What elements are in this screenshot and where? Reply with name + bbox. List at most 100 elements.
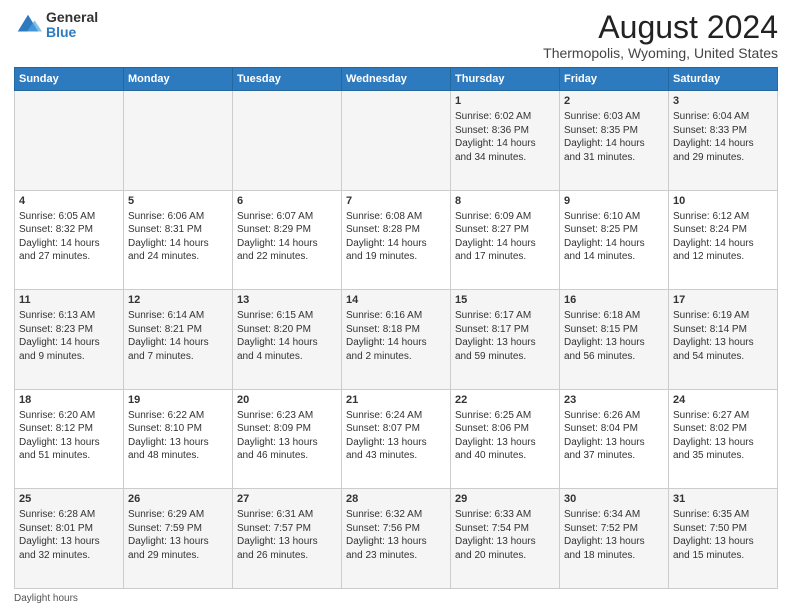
day-info-line: Sunrise: 6:29 AM [128, 508, 228, 522]
day-info-line: Sunset: 8:28 PM [346, 223, 446, 237]
day-info-line: Sunrise: 6:03 AM [564, 110, 664, 124]
day-info-line: Daylight: 14 hours and 29 minutes. [673, 137, 773, 164]
day-info-line: Daylight: 14 hours and 27 minutes. [19, 237, 119, 264]
day-info-line: Sunset: 7:52 PM [564, 522, 664, 536]
calendar-day-cell: 5Sunrise: 6:06 AMSunset: 8:31 PMDaylight… [124, 190, 233, 290]
day-number: 21 [346, 393, 446, 408]
calendar-day-cell: 13Sunrise: 6:15 AMSunset: 8:20 PMDayligh… [233, 290, 342, 390]
header: General Blue August 2024 Thermopolis, Wy… [14, 10, 778, 61]
day-info-line: Daylight: 14 hours and 19 minutes. [346, 237, 446, 264]
calendar-table: SundayMondayTuesdayWednesdayThursdayFrid… [14, 67, 778, 589]
calendar-subtitle: Thermopolis, Wyoming, United States [543, 45, 778, 61]
calendar-day-cell: 27Sunrise: 6:31 AMSunset: 7:57 PMDayligh… [233, 489, 342, 589]
day-number: 1 [455, 94, 555, 109]
day-info-line: Sunrise: 6:06 AM [128, 210, 228, 224]
weekday-header: Friday [560, 68, 669, 91]
calendar-day-cell: 14Sunrise: 6:16 AMSunset: 8:18 PMDayligh… [342, 290, 451, 390]
day-info-line: Sunrise: 6:15 AM [237, 309, 337, 323]
day-info-line: Sunrise: 6:05 AM [19, 210, 119, 224]
logo-general-text: General [46, 10, 98, 25]
day-info-line: Sunrise: 6:26 AM [564, 409, 664, 423]
calendar-week-row: 11Sunrise: 6:13 AMSunset: 8:23 PMDayligh… [15, 290, 778, 390]
day-number: 2 [564, 94, 664, 109]
day-info-line: Daylight: 14 hours and 9 minutes. [19, 336, 119, 363]
day-info-line: Sunrise: 6:17 AM [455, 309, 555, 323]
calendar-day-cell: 28Sunrise: 6:32 AMSunset: 7:56 PMDayligh… [342, 489, 451, 589]
weekday-header: Tuesday [233, 68, 342, 91]
day-number: 15 [455, 293, 555, 308]
calendar-title: August 2024 [543, 10, 778, 45]
day-number: 28 [346, 492, 446, 507]
day-info-line: Sunset: 8:14 PM [673, 323, 773, 337]
day-number: 12 [128, 293, 228, 308]
day-number: 17 [673, 293, 773, 308]
day-info-line: Daylight: 13 hours and 40 minutes. [455, 436, 555, 463]
day-info-line: Sunrise: 6:34 AM [564, 508, 664, 522]
calendar-day-cell: 26Sunrise: 6:29 AMSunset: 7:59 PMDayligh… [124, 489, 233, 589]
day-info-line: Sunset: 8:10 PM [128, 422, 228, 436]
day-info-line: Sunrise: 6:09 AM [455, 210, 555, 224]
day-number: 7 [346, 194, 446, 209]
day-number: 29 [455, 492, 555, 507]
calendar-day-cell: 16Sunrise: 6:18 AMSunset: 8:15 PMDayligh… [560, 290, 669, 390]
day-info-line: Sunset: 8:23 PM [19, 323, 119, 337]
day-info-line: Sunset: 7:54 PM [455, 522, 555, 536]
day-number: 30 [564, 492, 664, 507]
logo-icon [14, 11, 42, 39]
day-number: 18 [19, 393, 119, 408]
day-number: 13 [237, 293, 337, 308]
day-info-line: Daylight: 13 hours and 37 minutes. [564, 436, 664, 463]
day-number: 25 [19, 492, 119, 507]
day-info-line: Sunrise: 6:31 AM [237, 508, 337, 522]
day-info-line: Sunrise: 6:16 AM [346, 309, 446, 323]
day-info-line: Sunrise: 6:10 AM [564, 210, 664, 224]
calendar-day-cell: 7Sunrise: 6:08 AMSunset: 8:28 PMDaylight… [342, 190, 451, 290]
day-info-line: Daylight: 13 hours and 56 minutes. [564, 336, 664, 363]
day-info-line: Sunset: 7:56 PM [346, 522, 446, 536]
day-info-line: Daylight: 14 hours and 14 minutes. [564, 237, 664, 264]
day-number: 3 [673, 94, 773, 109]
day-info-line: Sunset: 8:15 PM [564, 323, 664, 337]
title-block: August 2024 Thermopolis, Wyoming, United… [543, 10, 778, 61]
day-info-line: Sunset: 7:50 PM [673, 522, 773, 536]
day-number: 10 [673, 194, 773, 209]
day-info-line: Sunrise: 6:25 AM [455, 409, 555, 423]
calendar-week-row: 25Sunrise: 6:28 AMSunset: 8:01 PM Dayligh… [15, 489, 778, 589]
day-info-line: Daylight: 13 hours and 51 minutes. [19, 436, 119, 463]
day-info-line: Daylight: 14 hours and 24 minutes. [128, 237, 228, 264]
calendar-day-cell: 30Sunrise: 6:34 AMSunset: 7:52 PMDayligh… [560, 489, 669, 589]
day-info-line: Sunrise: 6:18 AM [564, 309, 664, 323]
day-number: 22 [455, 393, 555, 408]
calendar-day-cell: 29Sunrise: 6:33 AMSunset: 7:54 PMDayligh… [451, 489, 560, 589]
day-info-line: Sunset: 8:17 PM [455, 323, 555, 337]
calendar-day-cell: 22Sunrise: 6:25 AMSunset: 8:06 PMDayligh… [451, 389, 560, 489]
calendar-day-cell: 11Sunrise: 6:13 AMSunset: 8:23 PMDayligh… [15, 290, 124, 390]
day-info-line: Sunrise: 6:20 AM [19, 409, 119, 423]
calendar-day-cell: 10Sunrise: 6:12 AMSunset: 8:24 PMDayligh… [669, 190, 778, 290]
day-info-line: Daylight: 13 hours and 54 minutes. [673, 336, 773, 363]
day-info-line: Sunset: 8:02 PM [673, 422, 773, 436]
day-info-line: Sunset: 8:32 PM [19, 223, 119, 237]
day-info-line: Sunrise: 6:28 AM [19, 508, 119, 522]
day-info-line: Sunrise: 6:19 AM [673, 309, 773, 323]
day-number: 31 [673, 492, 773, 507]
day-info-line: Daylight: 14 hours and 17 minutes. [455, 237, 555, 264]
day-info-line: Sunset: 8:01 PM [19, 522, 119, 536]
day-info-line: Daylight: 14 hours and 4 minutes. [237, 336, 337, 363]
footer: Daylight hours [14, 593, 778, 604]
day-info-line: Sunrise: 6:22 AM [128, 409, 228, 423]
day-info-line: Sunset: 7:59 PM [128, 522, 228, 536]
day-info-line: Daylight: 13 hours and 23 minutes. [346, 535, 446, 562]
day-info-line: Sunset: 8:04 PM [564, 422, 664, 436]
weekday-header: Monday [124, 68, 233, 91]
day-number: 5 [128, 194, 228, 209]
day-info-line: Sunrise: 6:23 AM [237, 409, 337, 423]
day-info-line: Sunrise: 6:33 AM [455, 508, 555, 522]
day-number: 26 [128, 492, 228, 507]
calendar-day-cell [124, 91, 233, 191]
day-info-line: Sunset: 8:29 PM [237, 223, 337, 237]
day-number: 19 [128, 393, 228, 408]
day-info-line: Sunset: 8:35 PM [564, 124, 664, 138]
day-info-line: Sunset: 8:24 PM [673, 223, 773, 237]
day-number: 14 [346, 293, 446, 308]
